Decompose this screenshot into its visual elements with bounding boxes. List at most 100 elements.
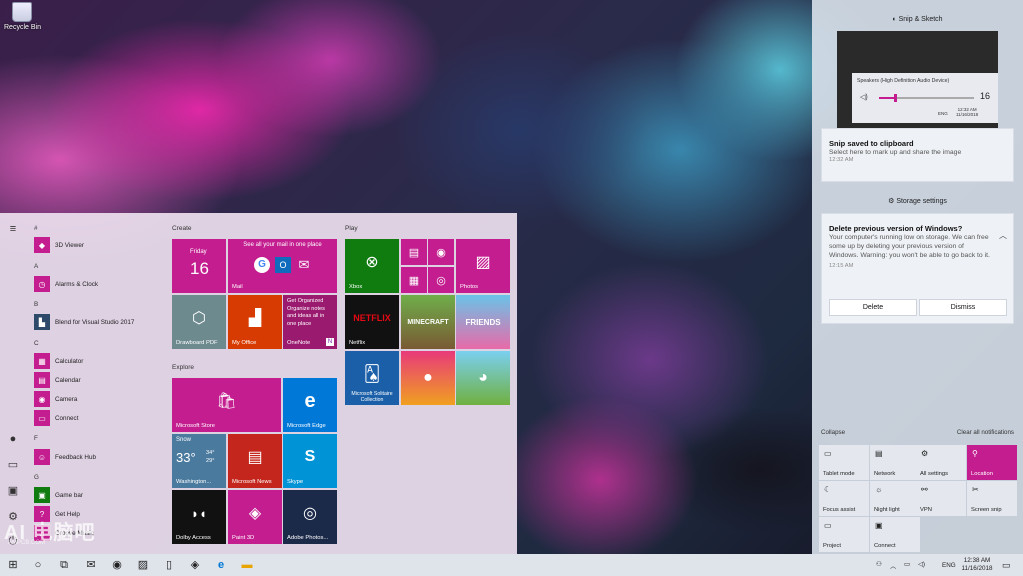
tile-label: OneNote <box>287 340 311 346</box>
tile-label: Paint 3D <box>232 535 255 541</box>
app-label: Calendar <box>55 376 81 384</box>
search-icon[interactable]: ○ <box>31 558 45 572</box>
edge-app-icon[interactable]: e <box>214 558 228 572</box>
app-item-calendar[interactable]: ▤ Calendar <box>30 371 81 389</box>
tile-calculator[interactable]: ▦ <box>401 267 427 293</box>
app-group-letter[interactable]: F <box>34 435 38 442</box>
qa-label: Project <box>823 543 842 549</box>
blend-icon: ▙ <box>34 314 50 330</box>
photos-app-icon[interactable]: ▨ <box>136 558 150 572</box>
app-item-game-bar[interactable]: ▣ Game bar <box>30 486 83 504</box>
chevron-up-icon[interactable]: ︿ <box>890 561 896 570</box>
app-group-letter[interactable]: B <box>34 301 38 308</box>
store-bag-icon: 🛍 <box>216 393 237 410</box>
app-group-letter[interactable]: A <box>34 263 38 270</box>
groove-app-icon[interactable]: ◉ <box>110 558 124 572</box>
tile-onenote[interactable]: Get Organized Organize notes and ideas a… <box>283 295 337 349</box>
storage-settings-header[interactable]: ⚙ Storage settings <box>812 197 1023 205</box>
app-item-blend[interactable]: ▙ Blend for Visual Studio 2017 <box>30 313 134 331</box>
tile-groove[interactable]: ◉ <box>428 239 454 265</box>
tile-minecraft[interactable]: MINECRAFT <box>401 295 455 349</box>
app-item-alarms[interactable]: ◷ Alarms & Clock <box>30 275 98 293</box>
task-view-icon[interactable]: ⧉ <box>57 558 71 572</box>
pictures-icon[interactable]: ▣ <box>7 485 19 497</box>
mail-app-icon[interactable]: ✉ <box>84 558 98 572</box>
volume-tray-icon[interactable]: ◁) <box>918 561 925 568</box>
snip-sketch-header[interactable]: ◐ Snip & Sketch <box>812 16 1023 23</box>
tile-microsoft-edge[interactable]: e Microsoft Edge <box>283 378 337 432</box>
tile-friends-game[interactable]: FRIENDS <box>456 295 510 349</box>
group-play-label[interactable]: Play <box>345 225 358 232</box>
app-item-connect[interactable]: ▭ Connect <box>30 409 78 427</box>
group-create-label[interactable]: Create <box>172 225 192 232</box>
tile-microsoft-news[interactable]: ▤ Microsoft News <box>228 434 282 488</box>
hamburger-menu-icon[interactable]: ≡ <box>7 223 19 235</box>
tile-drawboard-pdf[interactable]: ⬡ Drawboard PDF <box>172 295 226 349</box>
documents-icon[interactable]: ▭ <box>7 459 19 471</box>
paint-3d-app-icon[interactable]: ◈ <box>188 558 202 572</box>
app-group-letter[interactable]: # <box>34 225 38 232</box>
tile-calendar[interactable]: Friday 16 <box>172 239 226 293</box>
volume-preview-lang: ENG <box>938 111 948 116</box>
tile-mail[interactable]: See all your mail in one place G O ✉ Mai… <box>228 239 337 293</box>
qa-screen-snip[interactable]: ✂ Screen snip <box>967 481 1017 516</box>
qa-location[interactable]: ⚲ Location <box>967 445 1017 480</box>
notification-storage[interactable]: Delete previous version of Windows? ︿ Yo… <box>821 213 1014 324</box>
snip-preview-image[interactable]: Speakers (High Definition Audio Device) … <box>837 31 998 128</box>
app-item-calculator[interactable]: ▦ Calculator <box>30 352 83 370</box>
tile-candy-crush[interactable]: ● <box>401 351 455 405</box>
notification-body: Your computer's running low on storage. … <box>829 234 990 259</box>
qa-connect[interactable]: ▣ Connect <box>870 517 920 552</box>
tile-solitaire[interactable]: 🂡 Microsoft Solitaire Collection <box>345 351 399 405</box>
tile-farm-game[interactable]: ◕ <box>456 351 510 405</box>
app-group-letter[interactable]: C <box>34 340 39 347</box>
tile-camera[interactable]: ◎ <box>428 267 454 293</box>
tile-dolby-access[interactable]: ◗◖ Dolby Access <box>172 490 226 544</box>
netflix-logo: NETFLIX <box>353 313 391 323</box>
notification-time: 12:15 AM <box>829 263 854 269</box>
qa-night-light[interactable]: ☼ Night light <box>870 481 920 516</box>
app-group-letter[interactable]: G <box>34 474 39 481</box>
tile-paint-3d[interactable]: ◈ Paint 3D <box>228 490 282 544</box>
group-explore-label[interactable]: Explore <box>172 364 194 371</box>
tile-photos[interactable]: ▨ Photos <box>456 239 510 293</box>
tile-netflix[interactable]: NETFLIX Netflix <box>345 295 399 349</box>
qa-vpn[interactable]: ⚯ VPN <box>916 481 966 516</box>
tablet-mode-icon: ▭ <box>824 449 832 458</box>
app-item-camera[interactable]: ◉ Camera <box>30 390 77 408</box>
tile-microsoft-store[interactable]: 🛍 Microsoft Store <box>172 378 281 432</box>
speaker-icon: ◁) <box>860 94 868 101</box>
qa-network[interactable]: ▤ Network <box>870 445 920 480</box>
tile-movies[interactable]: ▤ <box>401 239 427 265</box>
chevron-up-icon[interactable]: ︿ <box>999 230 1007 241</box>
user-avatar-icon[interactable]: ● <box>7 433 19 445</box>
clock[interactable]: 12:38 AM 11/16/2018 <box>958 557 996 573</box>
qa-focus-assist[interactable]: ☾ Focus assist <box>819 481 869 516</box>
people-icon[interactable]: ⚇ <box>876 561 882 568</box>
connect-icon: ▭ <box>34 410 50 426</box>
app-item-3d-viewer[interactable]: ◆ 3D Viewer <box>30 236 84 254</box>
qa-tablet-mode[interactable]: ▭ Tablet mode <box>819 445 869 480</box>
delete-button[interactable]: Delete <box>829 299 917 316</box>
language-indicator[interactable]: ENG <box>942 562 956 569</box>
phone-app-icon[interactable]: ▯ <box>162 558 176 572</box>
file-explorer-icon[interactable]: ▬ <box>240 558 254 572</box>
tile-adobe-photoshop[interactable]: ◎ Adobe Photos... <box>283 490 337 544</box>
recycle-bin-shortcut[interactable]: Recycle Bin <box>4 2 41 42</box>
collapse-link[interactable]: Collapse <box>821 429 845 436</box>
xbox-icon: ⊗ <box>365 254 379 271</box>
action-center-icon[interactable]: ▭ <box>1002 560 1011 571</box>
windows-start-icon[interactable]: ⊞ <box>6 558 20 572</box>
notification-snip-saved[interactable]: Snip saved to clipboard Select here to m… <box>821 128 1014 182</box>
network-tray-icon[interactable]: ▭ <box>904 561 910 568</box>
tile-label: Adobe Photos... <box>287 535 329 541</box>
clear-all-notifications-link[interactable]: Clear all notifications <box>957 429 1014 436</box>
tile-weather[interactable]: Snow 33° 34° 29° Washington... <box>172 434 226 488</box>
qa-project[interactable]: ▭ Project <box>819 517 869 552</box>
app-item-feedback-hub[interactable]: ☺ Feedback Hub <box>30 448 96 466</box>
dismiss-button[interactable]: Dismiss <box>919 299 1007 316</box>
qa-all-settings[interactable]: ⚙ All settings <box>916 445 966 480</box>
tile-my-office[interactable]: ▟ My Office <box>228 295 282 349</box>
tile-skype[interactable]: S Skype <box>283 434 337 488</box>
tile-xbox[interactable]: ⊗ Xbox <box>345 239 399 293</box>
